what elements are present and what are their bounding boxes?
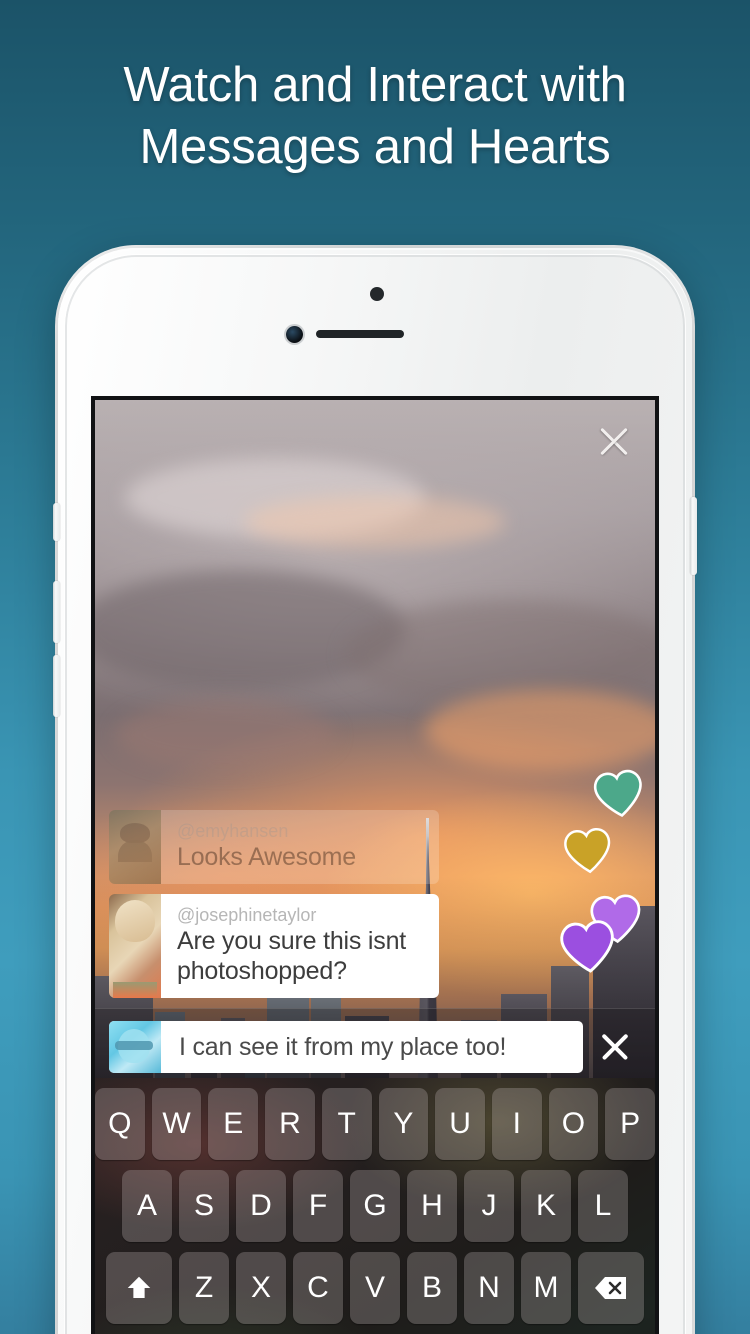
heart-icon [560, 920, 614, 973]
shift-key[interactable] [106, 1252, 172, 1324]
list-item[interactable]: @josephinetaylor Are you sure this isnt … [109, 894, 439, 998]
key-q[interactable]: Q [95, 1088, 145, 1160]
key-s[interactable]: S [179, 1170, 229, 1242]
key-u[interactable]: U [435, 1088, 485, 1160]
key-p[interactable]: P [605, 1088, 655, 1160]
keyboard-row-2: A S D F G H J K L [95, 1170, 655, 1242]
volume-up-button[interactable] [53, 581, 60, 643]
key-o[interactable]: O [548, 1088, 599, 1160]
message-content: @josephinetaylor Are you sure this isnt … [161, 894, 439, 998]
message-input-wrapper[interactable]: I can see it from my place too! [109, 1021, 583, 1073]
key-f[interactable]: F [293, 1170, 343, 1242]
key-m[interactable]: M [521, 1252, 571, 1324]
key-a[interactable]: A [122, 1170, 172, 1242]
keyboard-row-1: Q W E R T Y U I O P [95, 1088, 655, 1160]
list-item[interactable]: @emyhansen Looks Awesome [109, 810, 439, 884]
headline-line-2: Messages and Hearts [139, 120, 611, 174]
backspace-icon [595, 1277, 626, 1299]
phone-mockup: @emyhansen Looks Awesome @josephinetaylo… [53, 245, 697, 1334]
key-k[interactable]: K [521, 1170, 571, 1242]
onscreen-keyboard: Q W E R T Y U I O P A S D F G H J K L Z … [95, 1078, 655, 1334]
heart-icon [564, 828, 611, 874]
key-i[interactable]: I [491, 1088, 542, 1160]
avatar [109, 894, 161, 998]
key-e[interactable]: E [208, 1088, 259, 1160]
key-v[interactable]: V [350, 1252, 400, 1324]
earpiece-speaker-icon [316, 330, 404, 338]
key-l[interactable]: L [578, 1170, 628, 1242]
proximity-sensor-icon [370, 287, 384, 301]
backspace-key[interactable] [578, 1252, 644, 1324]
key-z[interactable]: Z [179, 1252, 229, 1324]
live-video-stream[interactable]: @emyhansen Looks Awesome @josephinetaylo… [95, 400, 655, 1086]
key-d[interactable]: D [236, 1170, 286, 1242]
close-icon[interactable] [589, 1021, 641, 1073]
power-button[interactable] [690, 497, 697, 575]
key-y[interactable]: Y [378, 1088, 429, 1160]
message-input-row: I can see it from my place too! [95, 1008, 655, 1086]
shift-icon [127, 1276, 151, 1298]
headline-line-1: Watch and Interact with [123, 58, 627, 112]
key-t[interactable]: T [321, 1088, 372, 1160]
front-camera-icon [286, 326, 303, 343]
message-input[interactable]: I can see it from my place too! [161, 1021, 583, 1073]
key-b[interactable]: B [407, 1252, 457, 1324]
key-n[interactable]: N [464, 1252, 514, 1324]
silent-switch-button[interactable] [53, 503, 60, 541]
heart-gold [561, 826, 616, 877]
volume-down-button[interactable] [53, 655, 60, 717]
page-title: Watch and Interact with Messages and Hea… [0, 54, 750, 178]
phone-screen: @emyhansen Looks Awesome @josephinetaylo… [91, 396, 659, 1334]
key-j[interactable]: J [464, 1170, 514, 1242]
message-content: @emyhansen Looks Awesome [161, 810, 439, 884]
key-c[interactable]: C [293, 1252, 343, 1324]
keyboard-row-3: Z X C V B N M [95, 1252, 655, 1324]
message-text: Are you sure this isnt photoshopped? [177, 927, 407, 985]
hearts-overlay [556, 767, 648, 1000]
cloud [245, 496, 505, 548]
chat-message-list: @emyhansen Looks Awesome @josephinetaylo… [109, 810, 439, 1008]
key-h[interactable]: H [407, 1170, 457, 1242]
key-w[interactable]: W [151, 1088, 202, 1160]
avatar [109, 1021, 161, 1073]
key-r[interactable]: R [265, 1088, 315, 1160]
message-username: @emyhansen [177, 821, 289, 841]
key-x[interactable]: X [236, 1252, 286, 1324]
heart-purple-front [556, 917, 619, 977]
close-icon[interactable] [595, 422, 633, 460]
key-g[interactable]: G [350, 1170, 400, 1242]
message-username: @josephinetaylor [177, 905, 317, 925]
cloud [115, 700, 335, 770]
heart-green [590, 767, 648, 822]
avatar [109, 810, 161, 884]
message-text: Looks Awesome [177, 843, 356, 871]
heart-icon [593, 769, 642, 818]
